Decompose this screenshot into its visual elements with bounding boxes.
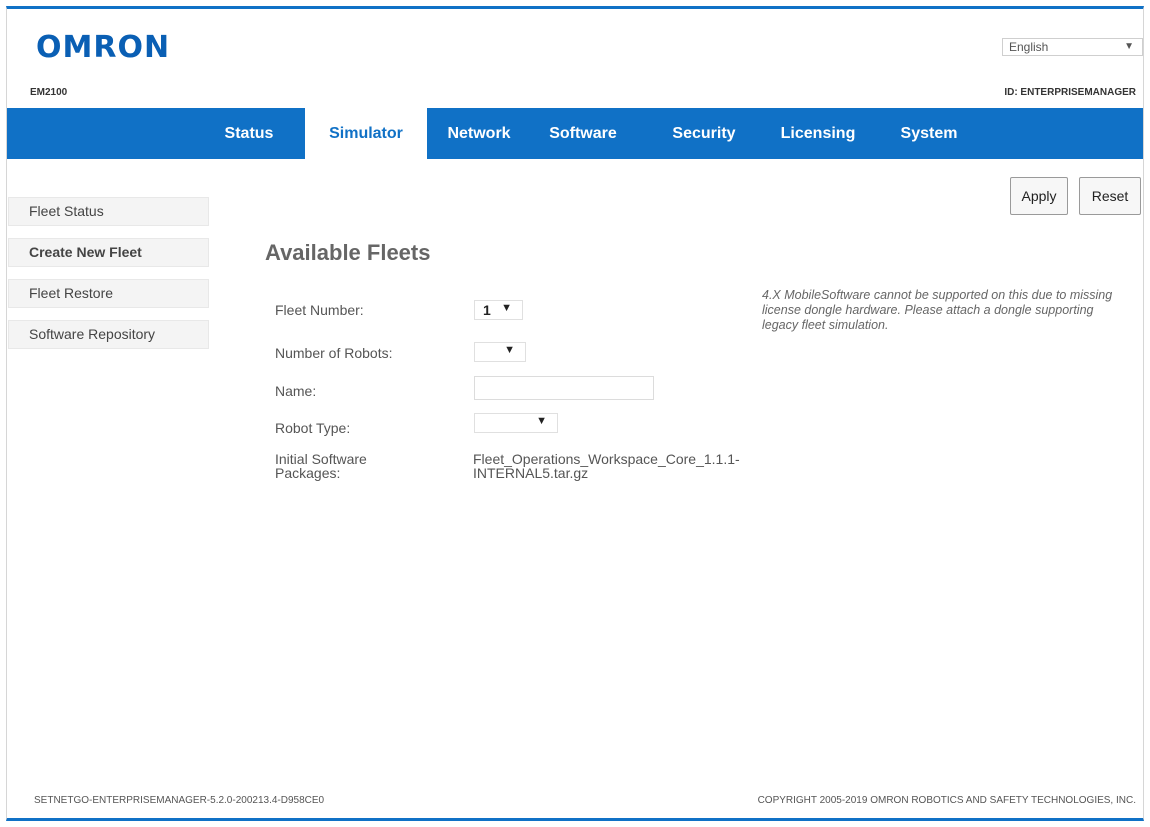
tab-simulator[interactable]: Simulator [305,108,427,159]
device-id: ID: ENTERPRISEMANAGER [1004,87,1136,98]
tab-software[interactable]: Software [537,108,629,159]
fleet-number-select[interactable]: 1 ▼ [474,300,523,320]
main-nav: Status Simulator Network Software Securi… [7,108,1143,159]
chevron-down-icon: ▼ [536,415,547,427]
license-notice: 4.X MobileSoftware cannot be supported o… [762,288,1113,332]
model-label: EM2100 [30,87,68,98]
omron-logo: OMRON [36,30,171,65]
sidebar-item-software-repository[interactable]: Software Repository [8,320,209,349]
tab-status[interactable]: Status [211,108,287,159]
tab-licensing[interactable]: Licensing [771,108,865,159]
firmware-version: SETNETGO-ENTERPRISEMANAGER-5.2.0-200213.… [34,795,325,806]
reset-button[interactable]: Reset [1079,177,1141,215]
tab-system[interactable]: System [887,108,971,159]
sidebar-item-fleet-status[interactable]: Fleet Status [8,197,209,226]
tab-security[interactable]: Security [661,108,747,159]
apply-button[interactable]: Apply [1010,177,1068,215]
copyright: COPYRIGHT 2005-2019 OMRON ROBOTICS AND S… [757,795,1136,806]
robot-type-select[interactable]: ▼ [474,413,558,433]
chevron-down-icon: ▼ [501,302,512,314]
initial-software-packages-value: Fleet_Operations_Workspace_Core_1.1.1-IN… [473,451,740,481]
language-select[interactable]: English ▼ [1002,38,1143,56]
language-value: English [1009,40,1049,54]
initial-software-packages-label: Initial Software Packages: [275,451,367,481]
fleet-number-label: Fleet Number: [275,302,364,318]
fleet-number-value: 1 [483,302,491,318]
page-title: Available Fleets [265,240,431,265]
robot-type-label: Robot Type: [275,420,351,436]
chevron-down-icon: ▼ [504,344,515,356]
sidebar-item-create-new-fleet[interactable]: Create New Fleet [8,238,209,267]
name-input[interactable] [474,376,654,400]
chevron-down-icon: ▼ [1124,41,1134,52]
number-of-robots-select[interactable]: ▼ [474,342,526,362]
sidebar-item-fleet-restore[interactable]: Fleet Restore [8,279,209,308]
name-label: Name: [275,383,317,399]
tab-network[interactable]: Network [439,108,519,159]
number-of-robots-label: Number of Robots: [275,345,393,361]
